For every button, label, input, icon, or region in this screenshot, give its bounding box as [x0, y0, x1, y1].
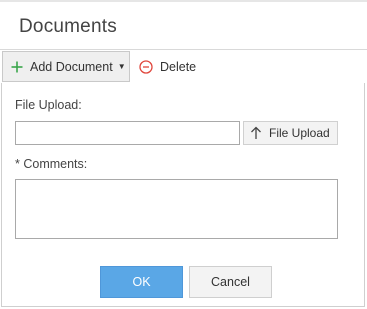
- toolbar: Add Document ▼ Delete: [0, 50, 367, 83]
- caret-down-icon: ▼: [117, 62, 126, 71]
- file-upload-button-label: File Upload: [269, 126, 330, 140]
- panel-title: Documents: [19, 16, 117, 37]
- file-path-input[interactable]: [15, 121, 240, 145]
- delete-label: Delete: [160, 59, 197, 74]
- add-document-label: Add Document: [30, 59, 113, 74]
- arrow-up-icon: [251, 126, 261, 139]
- add-document-dialog: File Upload: File Upload * Comments: OK …: [1, 83, 365, 307]
- comments-textarea[interactable]: [15, 179, 338, 239]
- add-document-button[interactable]: Add Document ▼: [2, 51, 130, 82]
- panel-header: Documents: [0, 2, 367, 50]
- delete-button[interactable]: Delete: [139, 51, 196, 82]
- file-upload-button[interactable]: File Upload: [243, 121, 338, 145]
- minus-circle-icon: [139, 59, 153, 74]
- file-upload-label: File Upload:: [15, 98, 82, 112]
- plus-icon: [11, 61, 23, 72]
- ok-button[interactable]: OK: [100, 266, 183, 298]
- comments-label: * Comments:: [15, 157, 88, 171]
- cancel-button[interactable]: Cancel: [189, 266, 272, 298]
